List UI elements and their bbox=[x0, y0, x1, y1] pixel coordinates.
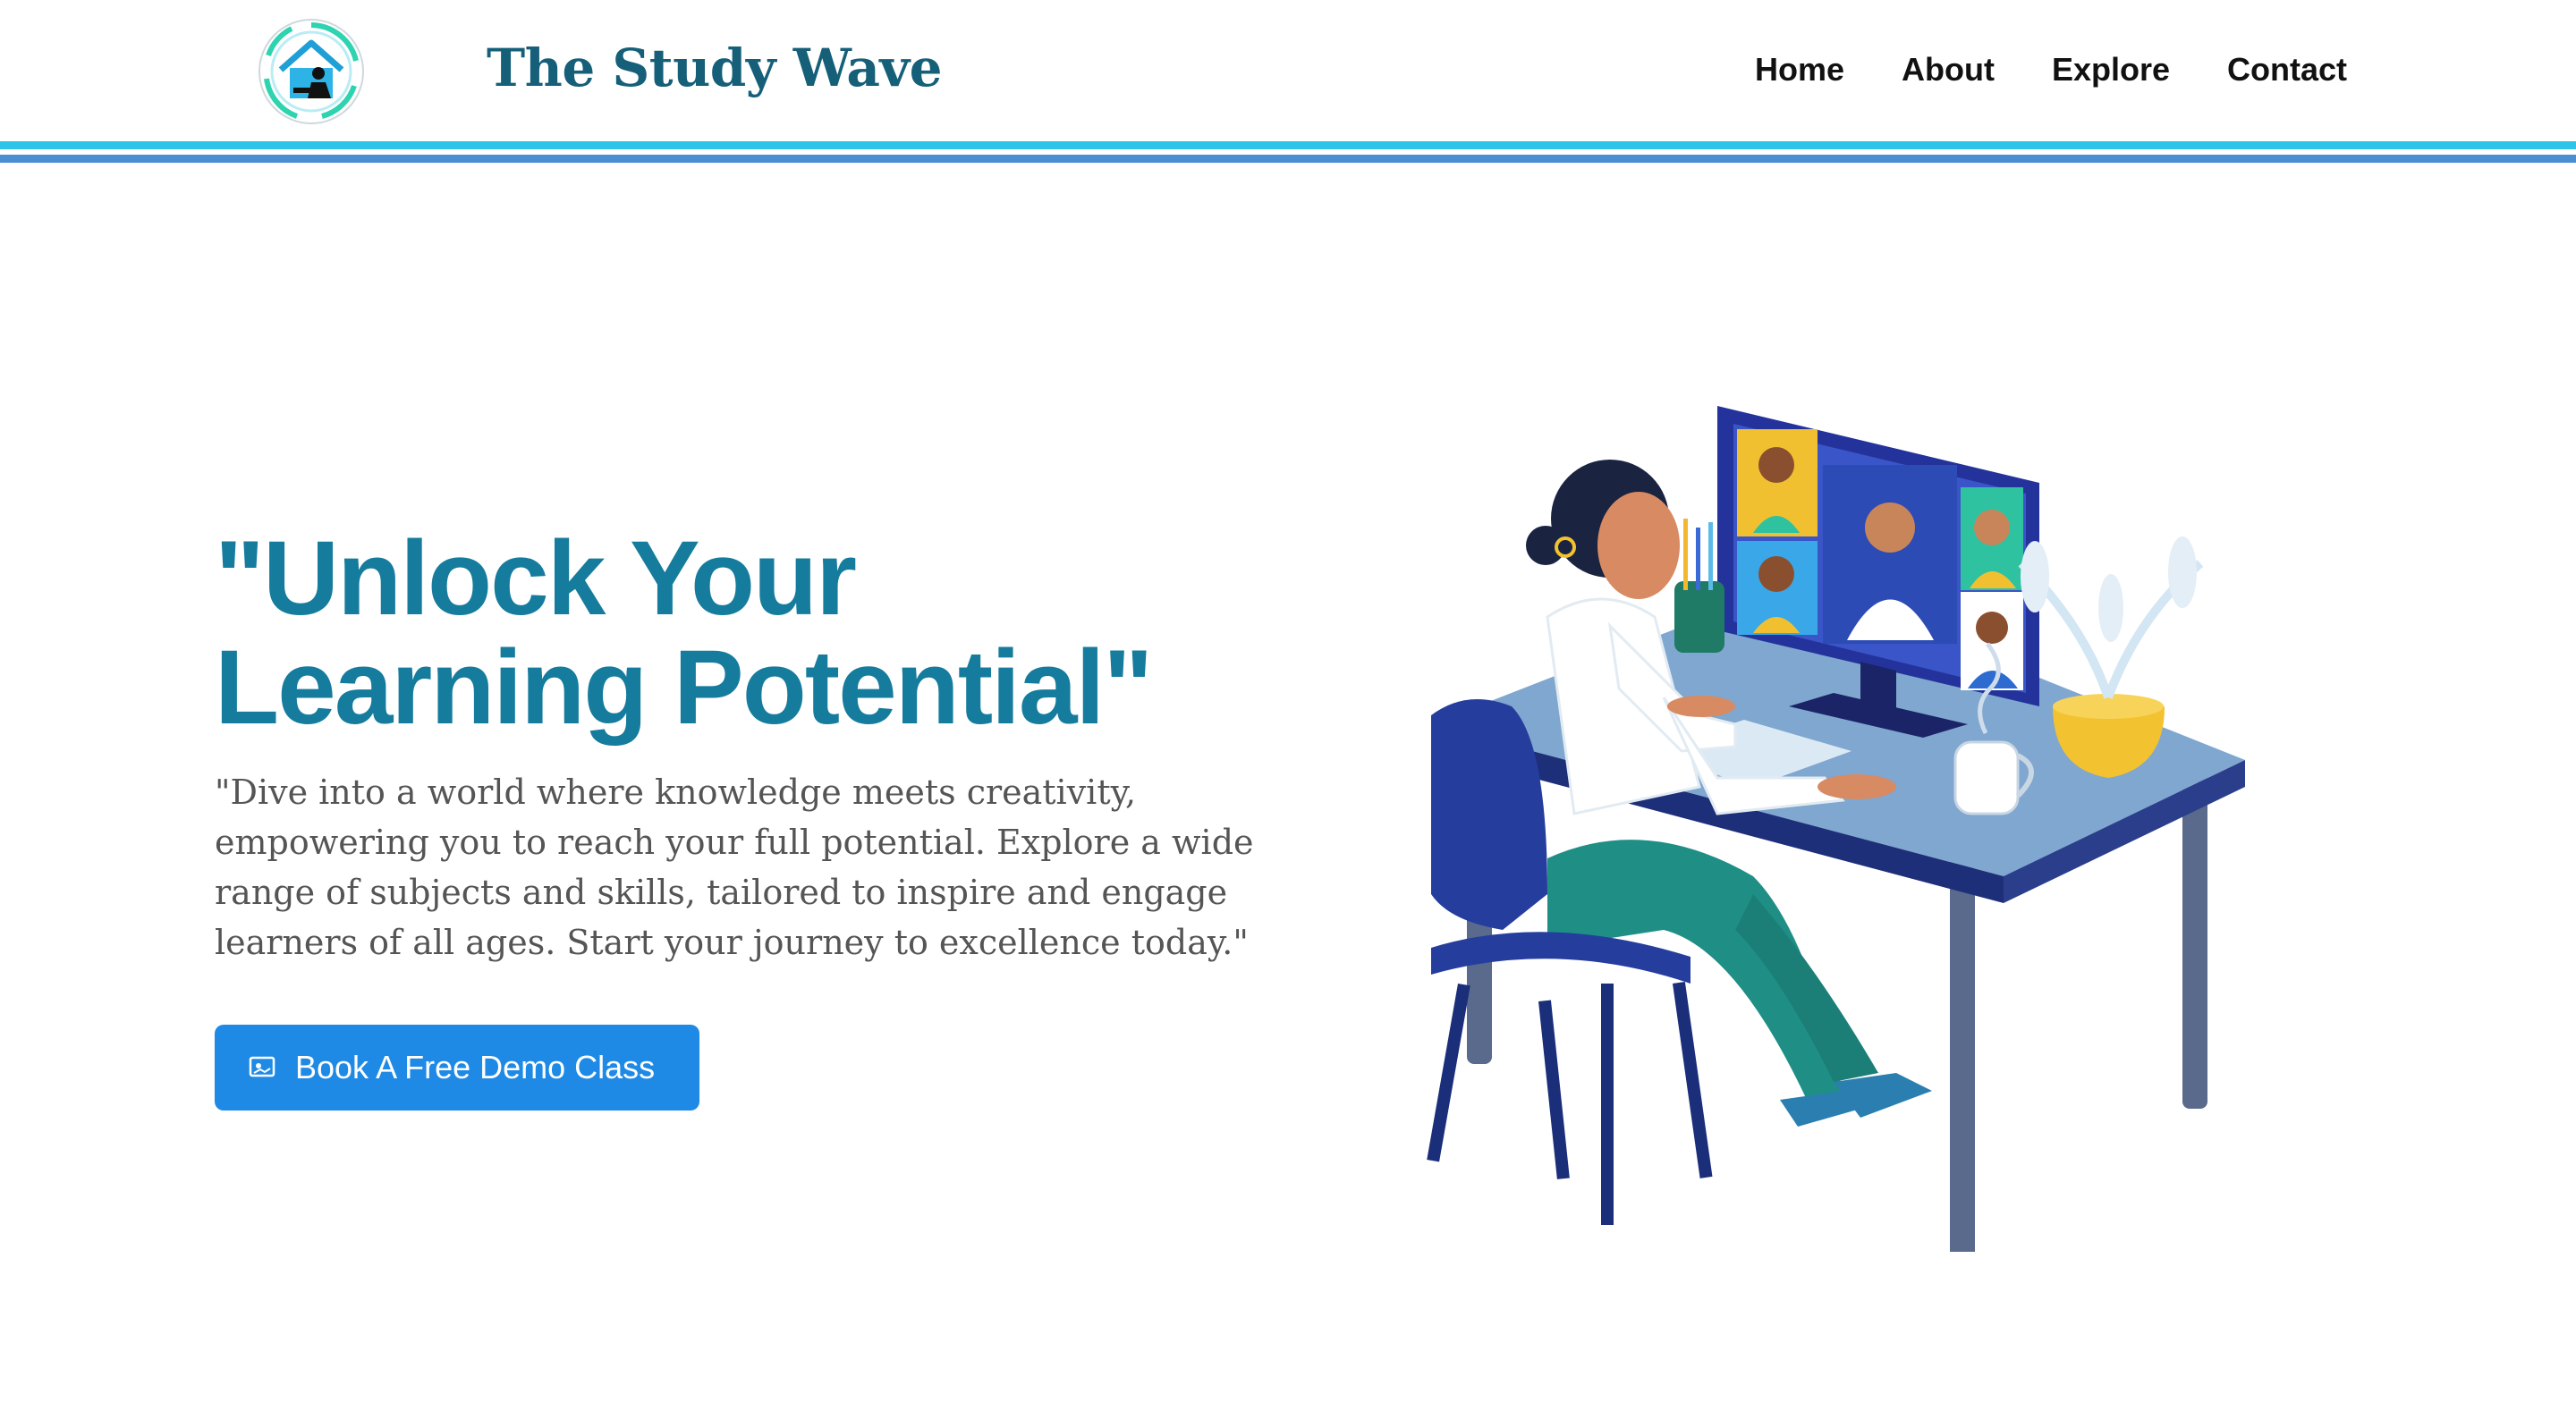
navbar: The Study Wave Home About Explore Contac… bbox=[0, 0, 2576, 141]
hero-title-line-2: Learning Potential" bbox=[215, 629, 1153, 747]
hero-title: "Unlock Your Learning Potential" bbox=[215, 524, 1288, 742]
page: The Study Wave Home About Explore Contac… bbox=[0, 0, 2576, 1402]
screen-icon bbox=[249, 1056, 275, 1077]
header-divider-bottom bbox=[0, 155, 2576, 163]
main-nav: Home About Explore Contact bbox=[1755, 45, 2347, 95]
hero-title-line-1: "Unlock Your bbox=[215, 519, 857, 638]
nav-explore[interactable]: Explore bbox=[2052, 45, 2170, 95]
online-class-illustration bbox=[1427, 406, 2245, 1252]
nav-contact[interactable]: Contact bbox=[2227, 45, 2347, 95]
book-demo-button[interactable]: Book A Free Demo Class bbox=[215, 1025, 699, 1111]
nav-home[interactable]: Home bbox=[1755, 45, 1844, 95]
logo[interactable] bbox=[256, 16, 367, 127]
house-study-logo-icon bbox=[258, 19, 364, 124]
book-demo-label: Book A Free Demo Class bbox=[295, 1049, 656, 1085]
hero-description: "Dive into a world where knowledge meets… bbox=[215, 773, 1254, 962]
hero-illustration bbox=[1395, 393, 2272, 1252]
nav-about[interactable]: About bbox=[1902, 45, 1995, 95]
brand-name[interactable]: The Study Wave bbox=[487, 32, 943, 104]
header-divider-top bbox=[0, 141, 2576, 149]
